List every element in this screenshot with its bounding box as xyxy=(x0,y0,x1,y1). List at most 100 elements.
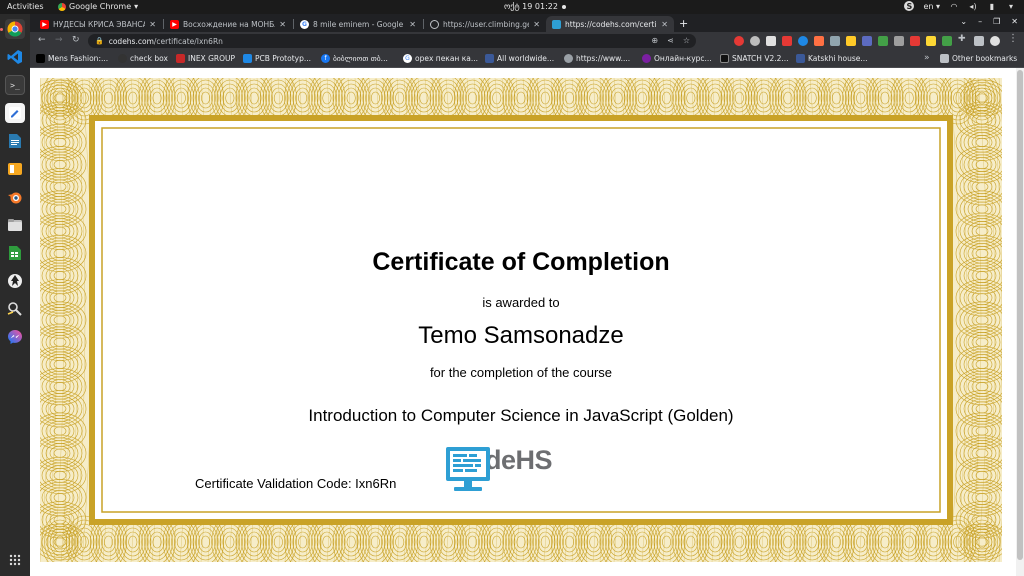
bookmark-item[interactable]: Онлайн-курс... xyxy=(642,54,712,63)
system-top-bar: Activities Google Chrome ▾ ოქტ 19 01:22 … xyxy=(0,0,1024,14)
files-dock-icon[interactable] xyxy=(5,159,25,179)
volume-icon[interactable]: ◂) xyxy=(968,1,978,11)
extension-icon-10[interactable] xyxy=(878,36,888,46)
extension-icon-3[interactable] xyxy=(766,36,776,46)
vscode-dock-icon[interactable] xyxy=(5,47,25,67)
certificate-title: Certificate of Completion xyxy=(372,248,670,276)
extension-icon-12[interactable] xyxy=(910,36,920,46)
extension-icon-11[interactable] xyxy=(894,36,904,46)
bookmark-item[interactable]: SNATCH V2.2... xyxy=(720,54,789,63)
tab-3[interactable]: https://user.climbing.ge/ ✕ xyxy=(424,16,546,32)
search-tool-dock-icon[interactable] xyxy=(5,299,25,319)
new-tab-button[interactable]: + xyxy=(679,17,688,30)
adblock-icon[interactable] xyxy=(782,36,792,46)
share-icon[interactable]: ⋖ xyxy=(667,36,674,45)
show-apps-icon[interactable] xyxy=(5,550,25,570)
tab-2[interactable]: G 8 mile eminem - Google Se ✕ xyxy=(294,16,422,32)
bookmark-label: SNATCH V2.2... xyxy=(732,54,789,63)
extension-icon-6[interactable] xyxy=(814,36,824,46)
bookmark-favicon-icon xyxy=(720,54,729,63)
active-indicator-icon xyxy=(0,28,3,31)
skype-icon[interactable]: S xyxy=(904,1,915,11)
clock[interactable]: ოქტ 19 01:22 xyxy=(504,2,566,11)
profile-avatar[interactable] xyxy=(990,36,1000,46)
inkscape-dock-icon[interactable] xyxy=(5,271,25,291)
back-icon[interactable]: ← xyxy=(38,35,46,45)
zoom-icon[interactable]: ⊕ xyxy=(651,36,658,45)
close-icon[interactable]: ✕ xyxy=(409,20,416,29)
activities-button[interactable]: Activities xyxy=(7,2,44,11)
globe-icon xyxy=(430,19,439,29)
bookmark-label: Katskhi house... xyxy=(808,54,868,63)
wifi-icon[interactable]: ◠ xyxy=(949,1,959,11)
extension-icon-2[interactable] xyxy=(750,36,760,46)
other-bookmarks[interactable]: Other bookmarks xyxy=(940,54,1017,63)
bookmark-item[interactable]: check box xyxy=(118,54,168,63)
blender-dock-icon[interactable] xyxy=(5,187,25,207)
maximize-icon[interactable]: ❐ xyxy=(993,17,1000,26)
tab-0[interactable]: ▶ НУДЕСЫ КРИСА ЭВАНСА ✕ xyxy=(34,16,162,32)
tab-title: Восхождение на МОНБЛАН xyxy=(183,19,275,29)
chrome-dock-icon[interactable] xyxy=(5,19,25,39)
google-icon: G xyxy=(300,19,309,29)
file-manager-dock-icon[interactable] xyxy=(5,215,25,235)
terminal-dock-icon[interactable]: >_ xyxy=(5,75,25,95)
codehs-icon xyxy=(552,19,561,29)
minimize-icon[interactable]: – xyxy=(978,17,982,26)
extension-icon-14[interactable] xyxy=(942,36,952,46)
app-menu[interactable]: Google Chrome ▾ xyxy=(58,2,138,11)
bookmark-item[interactable]: INEX GROUP xyxy=(176,54,235,63)
close-icon[interactable]: ✕ xyxy=(149,20,156,29)
reading-list-icon[interactable] xyxy=(974,36,984,46)
bookmark-item[interactable]: Gорех пекан ка... xyxy=(403,54,478,63)
puzzle-icon[interactable]: ✚ xyxy=(958,34,968,44)
language-label: en xyxy=(923,1,934,11)
bookmark-item[interactable]: PCB Prototyp... xyxy=(243,54,311,63)
tab-4[interactable]: https://codehs.com/certi ✕ xyxy=(546,16,674,32)
chevron-down-icon[interactable]: ▾ xyxy=(1006,1,1016,11)
web-page: Certificate of Completion is awarded to … xyxy=(30,68,1016,576)
extension-icon-8[interactable] xyxy=(846,36,856,46)
close-icon[interactable]: ✕ xyxy=(533,20,540,29)
extension-icon-7[interactable] xyxy=(830,36,840,46)
page-scrollbar[interactable] xyxy=(1016,68,1024,576)
extension-icon-9[interactable] xyxy=(862,36,872,46)
bookmark-label: Mens Fashion:... xyxy=(48,54,109,63)
validation-code: Certificate Validation Code: Ixn6Rn xyxy=(195,476,397,491)
messenger-dock-icon[interactable] xyxy=(5,327,25,347)
text-editor-dock-icon[interactable] xyxy=(5,103,25,123)
battery-icon[interactable]: ▮ xyxy=(987,1,997,11)
bookmark-item[interactable]: All worldwide... xyxy=(485,54,554,63)
address-bar-actions: ⊕ ⋖ ☆ xyxy=(651,36,690,45)
bookmark-item[interactable]: Katskhi house... xyxy=(796,54,868,63)
bookmark-item[interactable]: Mens Fashion:... xyxy=(36,54,108,63)
bookmark-label: PCB Prototyp... xyxy=(255,54,312,63)
tab-1[interactable]: ▶ Восхождение на МОНБЛАН ✕ xyxy=(164,16,292,32)
extension-icon-1[interactable] xyxy=(734,36,744,46)
close-window-icon[interactable]: ✕ xyxy=(1011,17,1018,26)
scrollbar-thumb[interactable] xyxy=(1017,70,1023,560)
bookmark-favicon-icon xyxy=(796,54,805,63)
window-controls: ⌄ – ❐ ✕ xyxy=(960,17,1018,26)
address-bar[interactable]: 🔒 codehs.com /certificate/Ixn6Rn ⊕ ⋖ ☆ xyxy=(88,34,696,48)
codehs-monitor-icon xyxy=(446,447,490,491)
calc-dock-icon[interactable] xyxy=(5,243,25,263)
writer-dock-icon[interactable] xyxy=(5,131,25,151)
tab-search-icon[interactable]: ⌄ xyxy=(960,17,967,26)
tab-title: https://codehs.com/certi xyxy=(565,19,657,29)
reload-icon[interactable]: ↻ xyxy=(72,35,80,45)
language-indicator[interactable]: en ▾ xyxy=(923,2,940,11)
tab-strip: ▶ НУДЕСЫ КРИСА ЭВАНСА ✕ ▶ Восхождение на… xyxy=(30,14,1024,32)
clock-label: ოქტ 19 01:22 xyxy=(504,2,558,11)
extension-icon-5[interactable] xyxy=(798,36,808,46)
bookmark-label: https://www.... xyxy=(576,54,631,63)
extension-icon-13[interactable] xyxy=(926,36,936,46)
bookmark-item[interactable]: https://www.... xyxy=(564,54,630,63)
bookmark-star-icon[interactable]: ☆ xyxy=(683,36,690,45)
close-icon[interactable]: ✕ xyxy=(661,20,668,29)
bookmark-item[interactable]: f ბიბლიოთ თბ... xyxy=(321,54,388,63)
menu-icon[interactable]: ⋮ xyxy=(1008,33,1018,44)
bookmarks-overflow-icon[interactable]: » xyxy=(924,53,930,63)
forward-icon[interactable]: → xyxy=(55,35,63,45)
close-icon[interactable]: ✕ xyxy=(279,20,286,29)
